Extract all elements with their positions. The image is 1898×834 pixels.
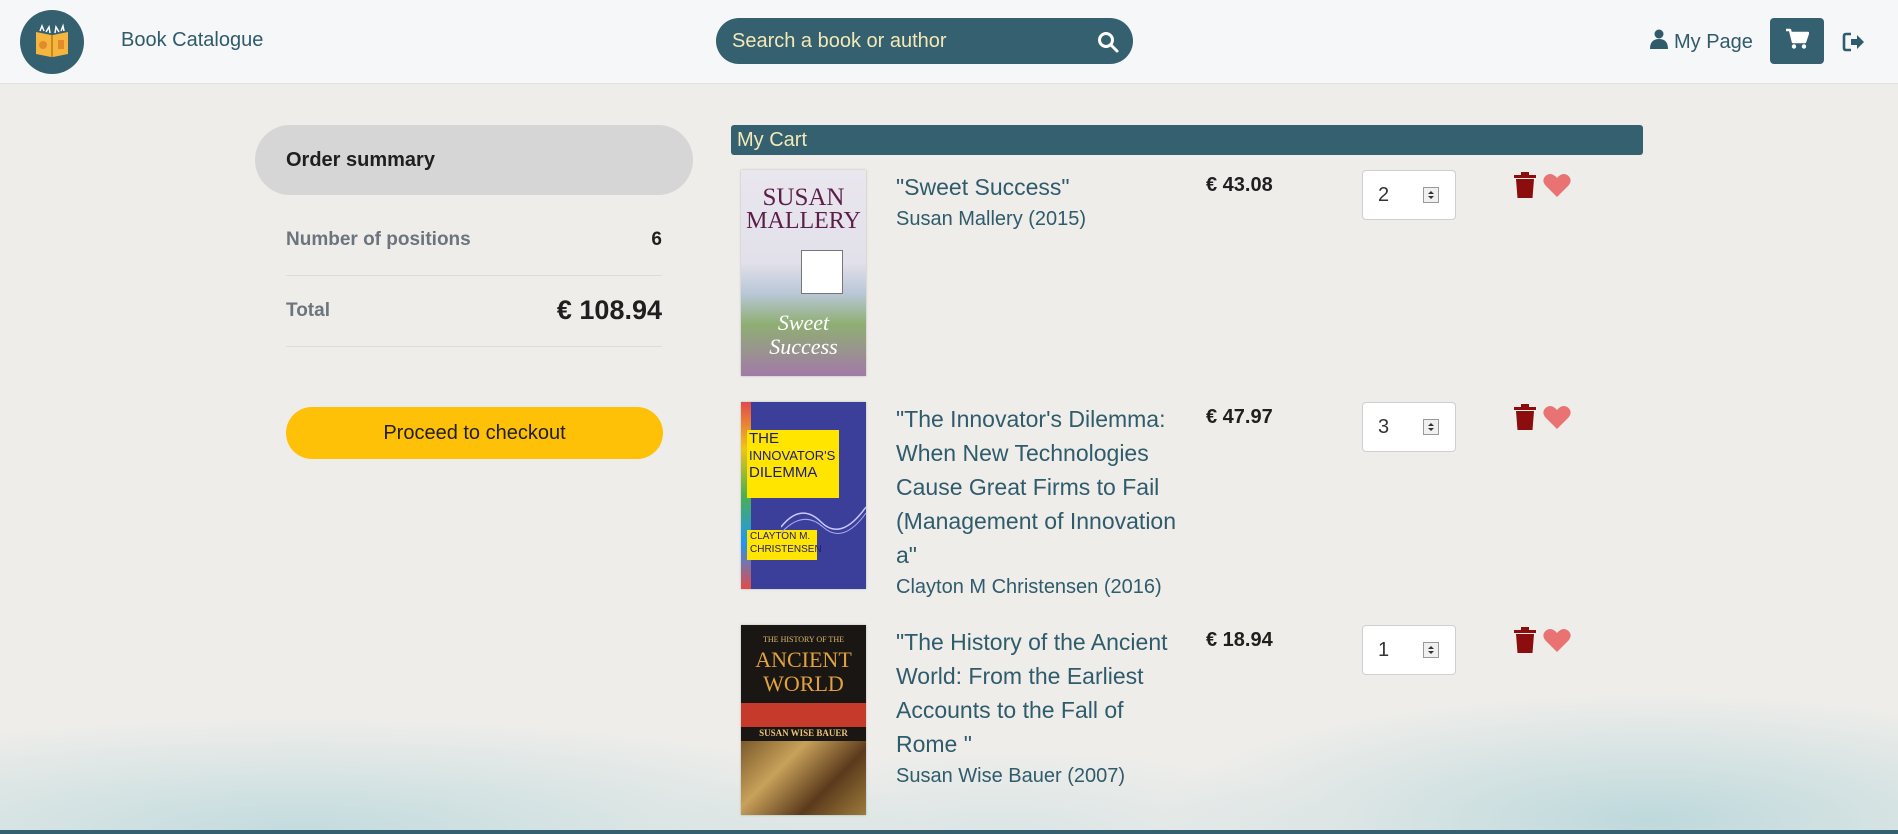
total-label: Total <box>286 300 330 321</box>
cover-painting <box>741 741 866 815</box>
cover-text: WORLD <box>763 671 844 696</box>
house-illustration <box>801 250 843 294</box>
search-input[interactable] <box>716 18 1133 64</box>
order-summary-panel: Order summary Number of positions 6 Tota… <box>255 125 693 459</box>
book-logo-icon[interactable] <box>20 10 84 74</box>
book-author: Susan Wise Bauer (2007) <box>896 765 1126 787</box>
my-page-link[interactable]: My Page <box>1650 29 1753 55</box>
my-cart-header: My Cart <box>731 125 1643 155</box>
my-page-label: My Page <box>1674 30 1753 53</box>
footer-bar <box>0 830 1898 834</box>
spinner-arrows-icon[interactable] <box>1423 187 1439 203</box>
top-navbar: Book Catalogue My Page <box>0 0 1898 84</box>
wave-decoration <box>781 506 866 534</box>
cart-button[interactable] <box>1770 18 1824 64</box>
spinner-arrows-icon[interactable] <box>1423 642 1439 658</box>
heart-icon[interactable] <box>1543 628 1571 653</box>
spinner-arrows-icon[interactable] <box>1423 419 1439 435</box>
book-cover-image[interactable]: SUSAN MALLERY Sweet Success <box>741 170 866 376</box>
heart-icon[interactable] <box>1543 173 1571 198</box>
cover-text: MALLERY <box>746 208 861 234</box>
brand-link[interactable]: Book Catalogue <box>121 29 263 52</box>
quantity-value: 1 <box>1378 639 1390 661</box>
cover-band <box>741 703 866 727</box>
book-cover-image[interactable]: THE INNOVATOR'S DILEMMA CLAYTON M. CHRIS… <box>741 402 866 589</box>
cover-text: THE <box>749 430 779 447</box>
book-title: "Sweet Success" <box>896 174 1070 200</box>
book-price: € 18.94 <box>1206 629 1273 651</box>
book-cover-image[interactable]: THE HISTORY OF THE ANCIENT WORLD SUSAN W… <box>741 625 866 815</box>
book-price: € 43.08 <box>1206 174 1273 196</box>
logout-icon[interactable] <box>1842 30 1866 54</box>
search-icon[interactable] <box>1096 30 1120 54</box>
cover-text: Sweet <box>777 310 830 335</box>
quantity-stepper[interactable]: 2 <box>1362 170 1456 220</box>
quantity-value: 2 <box>1378 184 1390 206</box>
heart-icon[interactable] <box>1543 405 1571 430</box>
total-value: € 108.94 <box>556 295 662 325</box>
book-title-link[interactable]: "The History of the Ancient World: From … <box>896 625 1186 791</box>
positions-value: 6 <box>651 229 662 250</box>
cover-text: DILEMMA <box>749 464 818 481</box>
positions-row: Number of positions 6 <box>286 205 662 276</box>
book-title: "The Innovator's Dilemma: When New Techn… <box>896 406 1177 568</box>
book-author: Susan Mallery (2015) <box>896 208 1087 230</box>
quantity-stepper[interactable]: 3 <box>1362 402 1456 452</box>
trash-icon[interactable] <box>1514 627 1536 653</box>
cover-text: THE HISTORY OF THE <box>763 635 844 644</box>
book-author: Clayton M Christensen (2016) <box>896 576 1162 598</box>
book-price: € 47.97 <box>1206 406 1273 428</box>
cover-text: INNOVATOR'S <box>749 448 836 463</box>
cover-text: ANCIENT <box>755 647 852 672</box>
quantity-value: 3 <box>1378 416 1390 438</box>
cover-text: SUSAN WISE BAUER <box>759 728 848 738</box>
order-summary-title: Order summary <box>255 125 693 195</box>
quantity-stepper[interactable]: 1 <box>1362 625 1456 675</box>
book-title-link[interactable]: "The Innovator's Dilemma: When New Techn… <box>896 402 1186 602</box>
proceed-to-checkout-button[interactable]: Proceed to checkout <box>286 407 663 459</box>
book-title-link[interactable]: "Sweet Success" Susan Mallery (2015) <box>896 170 1186 234</box>
user-icon <box>1650 29 1668 55</box>
trash-icon[interactable] <box>1514 172 1536 198</box>
positions-label: Number of positions <box>286 229 471 250</box>
book-title: "The History of the Ancient World: From … <box>896 629 1168 757</box>
total-row: Total € 108.94 <box>286 276 662 347</box>
trash-icon[interactable] <box>1514 404 1536 430</box>
cover-text: Success <box>769 334 838 359</box>
cart-icon <box>1785 28 1810 55</box>
